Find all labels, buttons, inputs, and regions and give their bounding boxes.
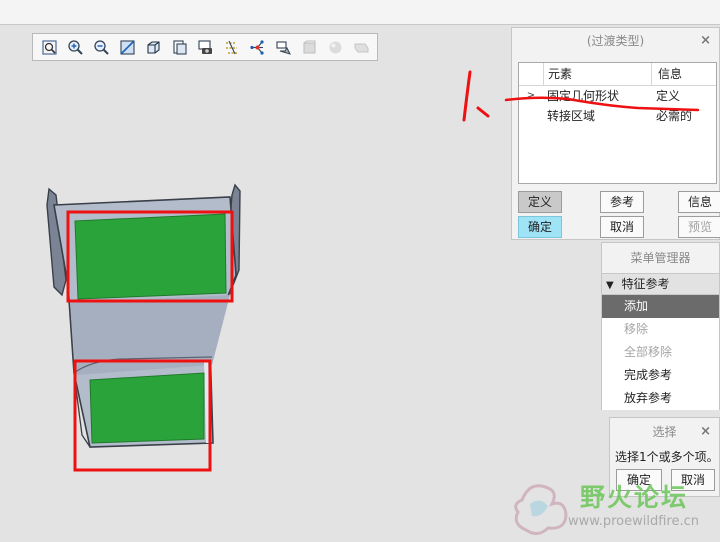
section-button[interactable] xyxy=(349,36,373,58)
menu-section-label: 特征参考 xyxy=(621,277,670,291)
appearance-button[interactable] xyxy=(297,36,321,58)
menu-manager-title: 菜单管理器 xyxy=(630,251,691,265)
datum-display-button[interactable] xyxy=(219,36,243,58)
sheetmetal-model xyxy=(46,183,241,472)
spin-center-button[interactable] xyxy=(245,36,269,58)
handwritten-annotation xyxy=(462,70,700,122)
menu-item-done-refs[interactable]: 完成参考 xyxy=(602,364,719,387)
lower-selected-surface xyxy=(89,372,205,444)
menu-manager: 菜单管理器 ▼ 特征参考 添加 移除 全部移除 完成参考 放弃参考 xyxy=(601,242,720,410)
zoom-in-button[interactable] xyxy=(63,36,87,58)
dialog-title-text: (过渡类型) xyxy=(586,34,645,48)
model-viewport[interactable] xyxy=(30,175,260,475)
repaint-icon xyxy=(119,39,135,55)
saved-orientations-icon xyxy=(172,39,187,55)
select-title-text: 选择 xyxy=(652,425,677,439)
zoom-out-button[interactable] xyxy=(89,36,113,58)
view-manager-button[interactable] xyxy=(193,36,217,58)
view-toolbar xyxy=(32,33,378,61)
annotation-display-icon xyxy=(275,40,291,55)
dialog-title: (过渡类型) × xyxy=(512,28,719,54)
appearance-icon xyxy=(303,40,315,53)
zoom-out-icon xyxy=(93,39,109,55)
repaint-button[interactable] xyxy=(115,36,139,58)
datum-display-icon xyxy=(225,40,237,54)
transition-type-dialog: (过渡类型) × 元素 信息 > 固定几何形状 定义 转接区域 必需的 定义 参… xyxy=(511,27,720,240)
menu-item-remove[interactable]: 移除 xyxy=(602,318,719,341)
reference-button[interactable]: 参考 xyxy=(600,191,644,213)
watermark-title: 野火论坛 xyxy=(580,483,689,512)
zoom-in-icon xyxy=(67,39,83,55)
close-icon[interactable]: × xyxy=(700,28,711,54)
cancel-button[interactable]: 取消 xyxy=(600,216,644,238)
info-button[interactable]: 信息 xyxy=(678,191,720,213)
define-button[interactable]: 定义 xyxy=(518,191,562,213)
ok-button[interactable]: 确定 xyxy=(518,216,562,238)
section-icon xyxy=(354,43,368,52)
upper-selected-surface xyxy=(74,213,227,300)
select-message: 选择1个或多个项。 xyxy=(615,450,719,464)
top-bar xyxy=(0,0,720,25)
saved-orientations-button[interactable] xyxy=(167,36,191,58)
spin-center-icon xyxy=(249,39,264,55)
sphere-icon xyxy=(329,41,341,53)
select-dialog-title: 选择 × xyxy=(610,418,719,446)
watermark-url: www.proewildfire.cn xyxy=(568,514,699,529)
refit-icon xyxy=(41,39,57,55)
menu-item-add[interactable]: 添加 xyxy=(602,295,719,318)
annotation-display-button[interactable] xyxy=(271,36,295,58)
menu-section-feature-refs[interactable]: ▼ 特征参考 xyxy=(602,273,719,295)
display-style-button[interactable] xyxy=(141,36,165,58)
view-manager-icon xyxy=(197,39,212,54)
sphere-button[interactable] xyxy=(323,36,347,58)
menu-item-quit-refs[interactable]: 放弃参考 xyxy=(602,387,719,410)
triangle-down-icon: ▼ xyxy=(606,280,614,291)
refit-button[interactable] xyxy=(37,36,61,58)
menu-item-remove-all[interactable]: 全部移除 xyxy=(602,341,719,364)
display-style-icon xyxy=(146,40,160,54)
close-icon[interactable]: × xyxy=(700,418,711,446)
preview-button[interactable]: 预览 xyxy=(678,216,720,238)
